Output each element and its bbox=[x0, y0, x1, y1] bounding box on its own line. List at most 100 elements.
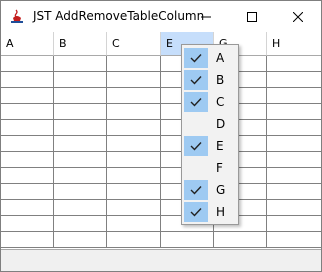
table-cell[interactable] bbox=[267, 136, 321, 152]
table-cell[interactable] bbox=[1, 136, 54, 152]
menu-item-label: C bbox=[216, 95, 225, 109]
table-row bbox=[1, 104, 321, 120]
app-window: JST AddRemoveTableColumn A B C E G H A bbox=[0, 0, 322, 272]
check-icon bbox=[184, 202, 208, 222]
unchecked-box bbox=[184, 158, 208, 178]
table-cell[interactable] bbox=[1, 232, 54, 248]
table-cell[interactable] bbox=[1, 184, 54, 200]
column-header-c[interactable]: C bbox=[107, 32, 161, 56]
menu-item-a[interactable]: A bbox=[184, 48, 237, 68]
bottom-panel bbox=[1, 249, 321, 271]
table-cell[interactable] bbox=[1, 72, 54, 88]
table-row bbox=[1, 184, 321, 200]
table-cell[interactable] bbox=[107, 184, 161, 200]
table-cell[interactable] bbox=[54, 72, 107, 88]
table-cell[interactable] bbox=[54, 232, 107, 248]
table-cell[interactable] bbox=[1, 168, 54, 184]
minimize-button[interactable] bbox=[183, 1, 229, 32]
menu-item-label: H bbox=[216, 205, 226, 219]
table-cell[interactable] bbox=[107, 72, 161, 88]
unchecked-box bbox=[184, 114, 208, 134]
table-cell[interactable] bbox=[107, 216, 161, 232]
table-cell[interactable] bbox=[267, 56, 321, 72]
check-icon bbox=[184, 70, 208, 90]
table-header: A B C E G H bbox=[1, 32, 321, 56]
table-cell[interactable] bbox=[54, 152, 107, 168]
table-cell[interactable] bbox=[1, 120, 54, 136]
table-cell[interactable] bbox=[267, 168, 321, 184]
menu-item-g[interactable]: G bbox=[184, 180, 237, 200]
table-cell[interactable] bbox=[161, 232, 214, 248]
menu-item-f[interactable]: F bbox=[184, 158, 237, 178]
table-row bbox=[1, 168, 321, 184]
table-cell[interactable] bbox=[267, 184, 321, 200]
table-cell[interactable] bbox=[107, 136, 161, 152]
menu-item-label: G bbox=[216, 183, 226, 197]
column-header-b[interactable]: B bbox=[54, 32, 107, 56]
minimize-icon bbox=[201, 16, 211, 17]
table-cell[interactable] bbox=[107, 56, 161, 72]
table-cell[interactable] bbox=[267, 120, 321, 136]
maximize-icon bbox=[247, 11, 257, 22]
menu-item-label: F bbox=[216, 161, 223, 175]
table-cell[interactable] bbox=[107, 152, 161, 168]
table-cell[interactable] bbox=[54, 136, 107, 152]
table-cell[interactable] bbox=[54, 120, 107, 136]
java-app-icon bbox=[9, 9, 25, 25]
table-cell[interactable] bbox=[54, 200, 107, 216]
table-cell[interactable] bbox=[107, 168, 161, 184]
check-icon bbox=[184, 180, 208, 200]
table-cell[interactable] bbox=[54, 184, 107, 200]
menu-item-label: B bbox=[216, 73, 225, 87]
table-row bbox=[1, 200, 321, 216]
table-row bbox=[1, 136, 321, 152]
check-icon bbox=[184, 136, 208, 156]
table-cell[interactable] bbox=[107, 232, 161, 248]
table-cell[interactable] bbox=[267, 152, 321, 168]
close-button[interactable] bbox=[275, 1, 321, 32]
table-cell[interactable] bbox=[1, 216, 54, 232]
menu-item-label: E bbox=[216, 139, 224, 153]
table-cell[interactable] bbox=[1, 152, 54, 168]
table-cell[interactable] bbox=[107, 200, 161, 216]
table-cell[interactable] bbox=[107, 88, 161, 104]
table-cell[interactable] bbox=[107, 120, 161, 136]
close-icon bbox=[293, 11, 303, 22]
maximize-button[interactable] bbox=[229, 1, 275, 32]
menu-item-d[interactable]: D bbox=[184, 114, 237, 134]
menu-item-e[interactable]: E bbox=[184, 136, 237, 156]
table-cell[interactable] bbox=[267, 104, 321, 120]
column-header-a[interactable]: A bbox=[1, 32, 54, 56]
table-cell[interactable] bbox=[1, 88, 54, 104]
menu-item-label: D bbox=[216, 117, 226, 131]
table-cell[interactable] bbox=[107, 104, 161, 120]
table-cell[interactable] bbox=[1, 56, 54, 72]
menu-item-c[interactable]: C bbox=[184, 92, 237, 112]
table-cell[interactable] bbox=[267, 232, 321, 248]
table-cell[interactable] bbox=[54, 88, 107, 104]
table-row bbox=[1, 88, 321, 104]
table-cell[interactable] bbox=[1, 104, 54, 120]
table-row bbox=[1, 216, 321, 232]
menu-item-label: A bbox=[216, 51, 225, 65]
table-cell[interactable] bbox=[267, 88, 321, 104]
menu-item-b[interactable]: B bbox=[184, 70, 237, 90]
table-cell[interactable] bbox=[54, 104, 107, 120]
check-icon bbox=[184, 92, 208, 112]
check-icon bbox=[184, 48, 208, 68]
table-cell[interactable] bbox=[267, 72, 321, 88]
title-bar[interactable]: JST AddRemoveTableColumn bbox=[1, 1, 321, 32]
table-row bbox=[1, 56, 321, 72]
table-cell[interactable] bbox=[267, 200, 321, 216]
table-row bbox=[1, 232, 321, 248]
table-cell[interactable] bbox=[1, 200, 54, 216]
table-viewport[interactable]: A B C E G H bbox=[1, 32, 321, 249]
menu-item-h[interactable]: H bbox=[184, 202, 237, 222]
table-body bbox=[1, 56, 321, 248]
table-cell[interactable] bbox=[54, 168, 107, 184]
table-cell[interactable] bbox=[214, 232, 267, 248]
table-cell[interactable] bbox=[54, 216, 107, 232]
table-cell[interactable] bbox=[54, 56, 107, 72]
column-header-h[interactable]: H bbox=[267, 32, 321, 56]
table-cell[interactable] bbox=[267, 216, 321, 232]
